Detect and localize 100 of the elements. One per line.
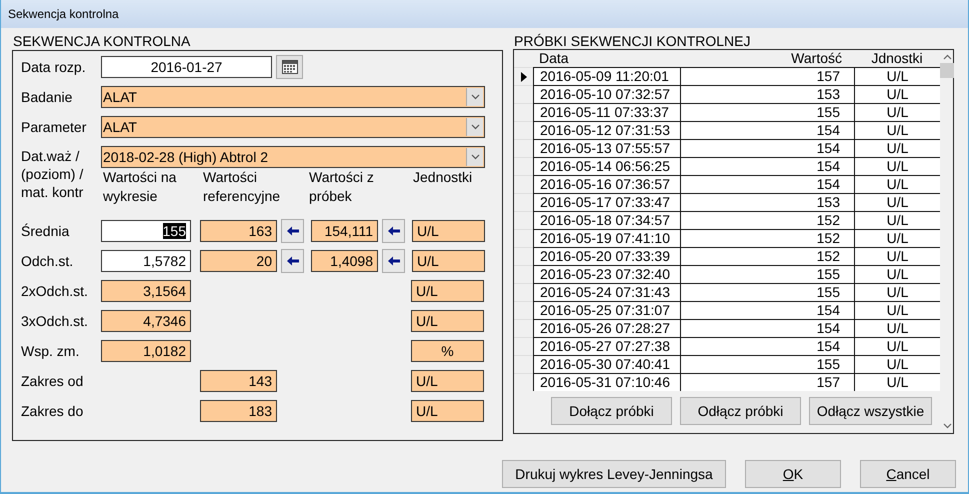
unit-field: U/L [411, 310, 484, 332]
value-field: 1,0182 [101, 340, 191, 362]
table-cell: U/L [854, 355, 940, 373]
copy-arrow-button[interactable] [382, 219, 405, 243]
chevron-down-icon [466, 148, 483, 166]
table-cell: 2016-05-12 07:31:53 [533, 121, 680, 139]
copy-arrow-button[interactable] [281, 249, 304, 273]
scroll-thumb[interactable] [940, 63, 954, 78]
unit-field: U/L [411, 370, 484, 392]
table-cell: U/L [854, 373, 940, 391]
current-row-icon [520, 72, 526, 82]
value-field: 1,4098 [311, 250, 378, 272]
dropdown[interactable]: ALAT [101, 86, 485, 108]
field-label: Dat.waż / (poziom) / mat. kontr [21, 147, 84, 201]
row-label: Zakres do [21, 402, 84, 421]
value-field: 183 [200, 400, 277, 422]
column-header: Wartość [790, 50, 843, 67]
table-cell: 2016-05-19 07:41:10 [533, 229, 680, 247]
table-cell: U/L [854, 103, 940, 121]
table-cell: 154 [680, 139, 854, 157]
unit-field: U/L [412, 250, 485, 272]
table-cell: U/L [854, 121, 940, 139]
table-cell: 155 [680, 283, 854, 301]
scroll-up-icon [942, 54, 952, 60]
date-field[interactable]: 2016-01-27 [101, 56, 272, 78]
table-cell: 157 [680, 373, 854, 391]
table-cell: U/L [854, 283, 940, 301]
column-header: Wartości na wykresie [103, 168, 178, 206]
table-cell: 2016-05-25 07:31:07 [533, 301, 680, 319]
column-header: Wartości referencyjne [203, 168, 282, 206]
value-field: 163 [200, 220, 277, 242]
group-title: SEKWENCJA KONTROLNA [12, 32, 192, 50]
table-cell: U/L [854, 85, 940, 103]
grid-button[interactable]: Odłącz wszystkie [809, 397, 932, 425]
table-cell: U/L [854, 193, 940, 211]
row-label: Średnia [21, 222, 70, 241]
left-arrow-icon [388, 226, 400, 236]
column-header: Jdnostki [870, 50, 924, 67]
calendar-icon [282, 60, 298, 74]
table-cell: 2016-05-24 07:31:43 [533, 283, 680, 301]
column-header: Wartości z próbek [309, 168, 375, 206]
table-cell: U/L [854, 67, 940, 85]
table-cell: 2016-05-10 07:32:57 [533, 85, 680, 103]
table-cell: U/L [854, 157, 940, 175]
table-cell: 2016-05-14 06:56:25 [533, 157, 680, 175]
table-cell: 155 [680, 103, 854, 121]
left-arrow-icon [286, 226, 298, 236]
column-header: Data [538, 50, 570, 67]
table-cell: 2016-05-30 07:40:41 [533, 355, 680, 373]
table-cell: 153 [680, 193, 854, 211]
value-field: 154,111 [311, 220, 378, 242]
table-cell: U/L [854, 211, 940, 229]
left-arrow-icon [286, 256, 298, 266]
table-cell: 152 [680, 211, 854, 229]
group-title: PRÓBKI SEKWENCJI KONTROLNEJ [513, 32, 752, 50]
row-label: Zakres od [21, 372, 84, 391]
table-cell: U/L [854, 175, 940, 193]
table-cell: 152 [680, 247, 854, 265]
dialog-button[interactable]: Drukuj wykres Levey-Jenningsa [502, 460, 726, 488]
table-cell: 153 [680, 85, 854, 103]
table-cell: 2016-05-20 07:33:39 [533, 247, 680, 265]
row-label: Wsp. zm. [21, 342, 80, 361]
table-cell: 154 [680, 157, 854, 175]
table-cell: U/L [854, 301, 940, 319]
table-cell: 2016-05-31 07:10:46 [533, 373, 680, 391]
dialog-button[interactable]: OK [745, 460, 841, 488]
unit-field: % [411, 340, 484, 362]
table-cell: 2016-05-13 07:55:57 [533, 139, 680, 157]
table-cell: 154 [680, 121, 854, 139]
calendar-button[interactable] [276, 55, 303, 79]
unit-field: U/L [411, 280, 484, 302]
value-field[interactable]: 1,5782 [101, 250, 191, 272]
chevron-down-icon [466, 118, 483, 136]
table-cell: U/L [854, 229, 940, 247]
dropdown[interactable]: ALAT [101, 116, 485, 138]
scroll-down-icon [942, 423, 952, 429]
chevron-down-icon [466, 88, 483, 106]
table-cell: 2016-05-27 07:27:38 [533, 337, 680, 355]
table-cell: 157 [680, 67, 854, 85]
unit-field: U/L [412, 220, 485, 242]
table-cell: U/L [854, 139, 940, 157]
table-cell: 2016-05-26 07:28:27 [533, 319, 680, 337]
table-cell: U/L [854, 265, 940, 283]
value-field: 4,7346 [101, 310, 191, 332]
table-cell: 154 [680, 301, 854, 319]
field-label: Badanie [21, 88, 74, 107]
window-title: Sekwencja kontrolna [8, 7, 119, 21]
value-field[interactable]: 155 [101, 220, 191, 242]
table-cell: 2016-05-17 07:33:47 [533, 193, 680, 211]
copy-arrow-button[interactable] [382, 249, 405, 273]
dialog-button[interactable]: Cancel [860, 460, 956, 488]
table-cell: 2016-05-18 07:34:57 [533, 211, 680, 229]
dropdown[interactable]: 2018-02-28 (High) Abtrol 2 [101, 146, 485, 168]
table-cell: U/L [854, 337, 940, 355]
copy-arrow-button[interactable] [281, 219, 304, 243]
value-field: 3,1564 [101, 280, 191, 302]
grid-button[interactable]: Dołącz próbki [551, 397, 672, 425]
table-cell: 2016-05-23 07:32:40 [533, 265, 680, 283]
grid-button[interactable]: Odłącz próbki [680, 397, 801, 425]
left-arrow-icon [388, 256, 400, 266]
